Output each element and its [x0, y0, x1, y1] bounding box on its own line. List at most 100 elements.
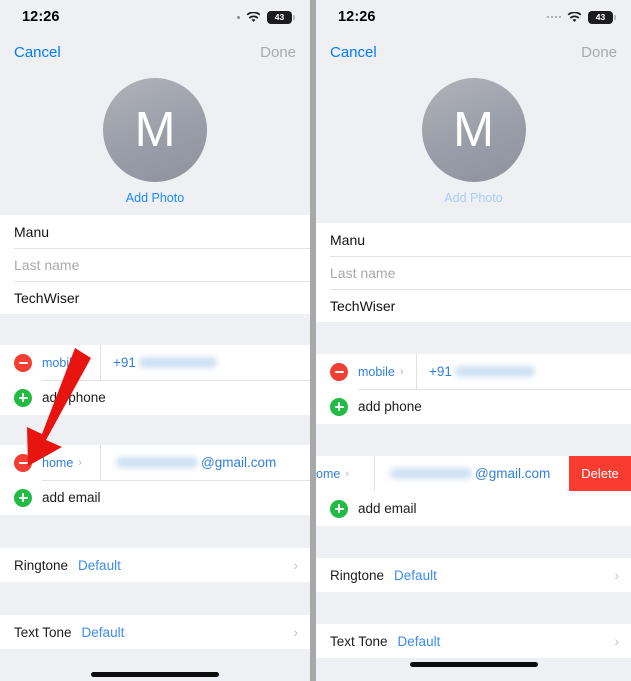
cancel-button[interactable]: Cancel — [330, 44, 377, 61]
avatar-initial: M — [453, 102, 494, 157]
email-value[interactable]: @gmail.com — [387, 466, 550, 481]
ringtone-row[interactable]: Ringtone Default › — [0, 548, 310, 582]
status-indicators: 43 — [237, 10, 295, 24]
email-type-button[interactable]: home › — [42, 456, 100, 470]
plus-circle-icon[interactable] — [330, 397, 348, 416]
avatar[interactable]: M — [421, 78, 526, 182]
avatar[interactable]: M — [103, 78, 207, 182]
minus-circle-icon[interactable] — [330, 362, 348, 381]
minus-circle-icon[interactable] — [14, 453, 32, 472]
text-tone-value: Default — [81, 624, 125, 640]
add-phone-label: add phone — [42, 390, 106, 405]
section-gap — [316, 424, 631, 456]
wifi-icon — [246, 11, 261, 23]
avatar-section-left: M Add Photo — [0, 70, 310, 215]
chevron-right-icon: › — [293, 624, 298, 640]
text-tone-row[interactable]: Text Tone Default › — [316, 624, 631, 658]
section-gap — [316, 592, 631, 624]
add-phone-row[interactable]: add phone — [0, 380, 310, 415]
battery-icon: 43 — [588, 10, 616, 24]
section-gap — [0, 515, 310, 548]
company-value: TechWiser — [330, 297, 396, 314]
ringtone-group-right: Ringtone Default › — [316, 558, 631, 592]
phone-type-button[interactable]: mobile › — [42, 356, 100, 370]
email-entry-row[interactable]: home › @gmail.com — [0, 445, 310, 480]
email-entry-row-swiped[interactable]: ome › @gmail.com Delete — [316, 456, 631, 491]
company-field[interactable]: TechWiser — [0, 281, 310, 314]
chevron-right-icon: › — [78, 456, 82, 469]
first-name-value: Manu — [14, 223, 50, 240]
plus-circle-icon[interactable] — [14, 388, 32, 407]
section-gap — [316, 215, 631, 223]
field-separator — [374, 456, 375, 491]
battery-icon: 43 — [267, 10, 295, 24]
phone-type-button[interactable]: mobile › — [358, 365, 416, 379]
last-name-field[interactable]: Last name — [0, 248, 310, 281]
text-tone-value: Default — [397, 633, 441, 649]
name-fields-group-right: Manu Last name TechWiser — [316, 223, 631, 322]
texttone-group-right: Text Tone Default › — [316, 624, 631, 658]
add-email-label: add email — [42, 490, 101, 505]
first-name-field[interactable]: Manu — [316, 223, 631, 256]
text-tone-row[interactable]: Text Tone Default › — [0, 615, 310, 649]
done-button[interactable]: Done — [581, 44, 617, 61]
phone-number-redacted — [454, 366, 535, 377]
plus-circle-icon[interactable] — [14, 488, 32, 507]
phone-number-redacted — [138, 357, 217, 368]
add-email-row[interactable]: add email — [0, 480, 310, 515]
phone-value[interactable]: +91 — [429, 364, 538, 379]
email-group-right: ome › @gmail.com Delete add email — [316, 456, 631, 526]
add-email-label: add email — [358, 501, 417, 516]
nav-bar-right: Cancel Done — [316, 34, 631, 70]
text-tone-label: Text Tone — [330, 633, 388, 649]
add-phone-row[interactable]: add phone — [316, 389, 631, 424]
company-field[interactable]: TechWiser — [316, 289, 631, 322]
ringtone-value: Default — [78, 557, 121, 573]
email-type-label: home — [42, 455, 74, 470]
last-name-field[interactable]: Last name — [316, 256, 631, 289]
home-indicator[interactable] — [91, 672, 219, 677]
status-indicators: 43 — [546, 10, 616, 24]
add-photo-button[interactable]: Add Photo — [444, 191, 502, 205]
email-group-left: home › @gmail.com add email — [0, 445, 310, 515]
cancel-button[interactable]: Cancel — [14, 44, 61, 61]
section-gap — [316, 658, 631, 681]
phone-entry-row[interactable]: mobile › +91 — [316, 354, 631, 389]
delete-button[interactable]: Delete — [569, 456, 631, 491]
phone-group-right: mobile › +91 add phone — [316, 354, 631, 424]
add-photo-button[interactable]: Add Photo — [126, 191, 184, 205]
done-button[interactable]: Done — [260, 44, 296, 61]
email-domain: @gmail.com — [201, 455, 277, 470]
cellular-signal-icon — [546, 15, 561, 19]
section-gap — [0, 582, 310, 615]
field-separator — [100, 445, 101, 480]
add-email-row[interactable]: add email — [316, 491, 631, 526]
chevron-right-icon: › — [345, 467, 349, 480]
phone-value[interactable]: +91 — [113, 355, 220, 370]
section-gap — [316, 322, 631, 354]
phone-type-label: mobile — [358, 364, 395, 379]
field-separator — [100, 345, 101, 380]
email-domain: @gmail.com — [475, 466, 551, 481]
email-type-label: ome — [316, 466, 341, 481]
first-name-value: Manu — [330, 231, 366, 248]
email-value[interactable]: @gmail.com — [113, 455, 276, 470]
phone-entry-row[interactable]: mobile › +91 — [0, 345, 310, 380]
field-separator — [416, 354, 417, 389]
section-gap — [316, 526, 631, 558]
battery-cap — [293, 14, 295, 20]
status-time: 12:26 — [22, 9, 60, 25]
chevron-right-icon: › — [399, 365, 404, 378]
cellular-signal-icon — [237, 15, 240, 19]
ringtone-row[interactable]: Ringtone Default › — [316, 558, 631, 592]
ringtone-label: Ringtone — [14, 557, 69, 573]
email-type-button[interactable]: ome › — [316, 467, 374, 481]
minus-circle-icon[interactable] — [14, 353, 32, 372]
company-value: TechWiser — [14, 289, 80, 306]
plus-circle-icon[interactable] — [330, 499, 348, 518]
last-name-placeholder: Last name — [330, 264, 396, 281]
first-name-field[interactable]: Manu — [0, 215, 310, 248]
email-local-redacted — [116, 457, 198, 468]
ringtone-label: Ringtone — [330, 567, 385, 583]
chevron-right-icon: › — [614, 633, 619, 649]
